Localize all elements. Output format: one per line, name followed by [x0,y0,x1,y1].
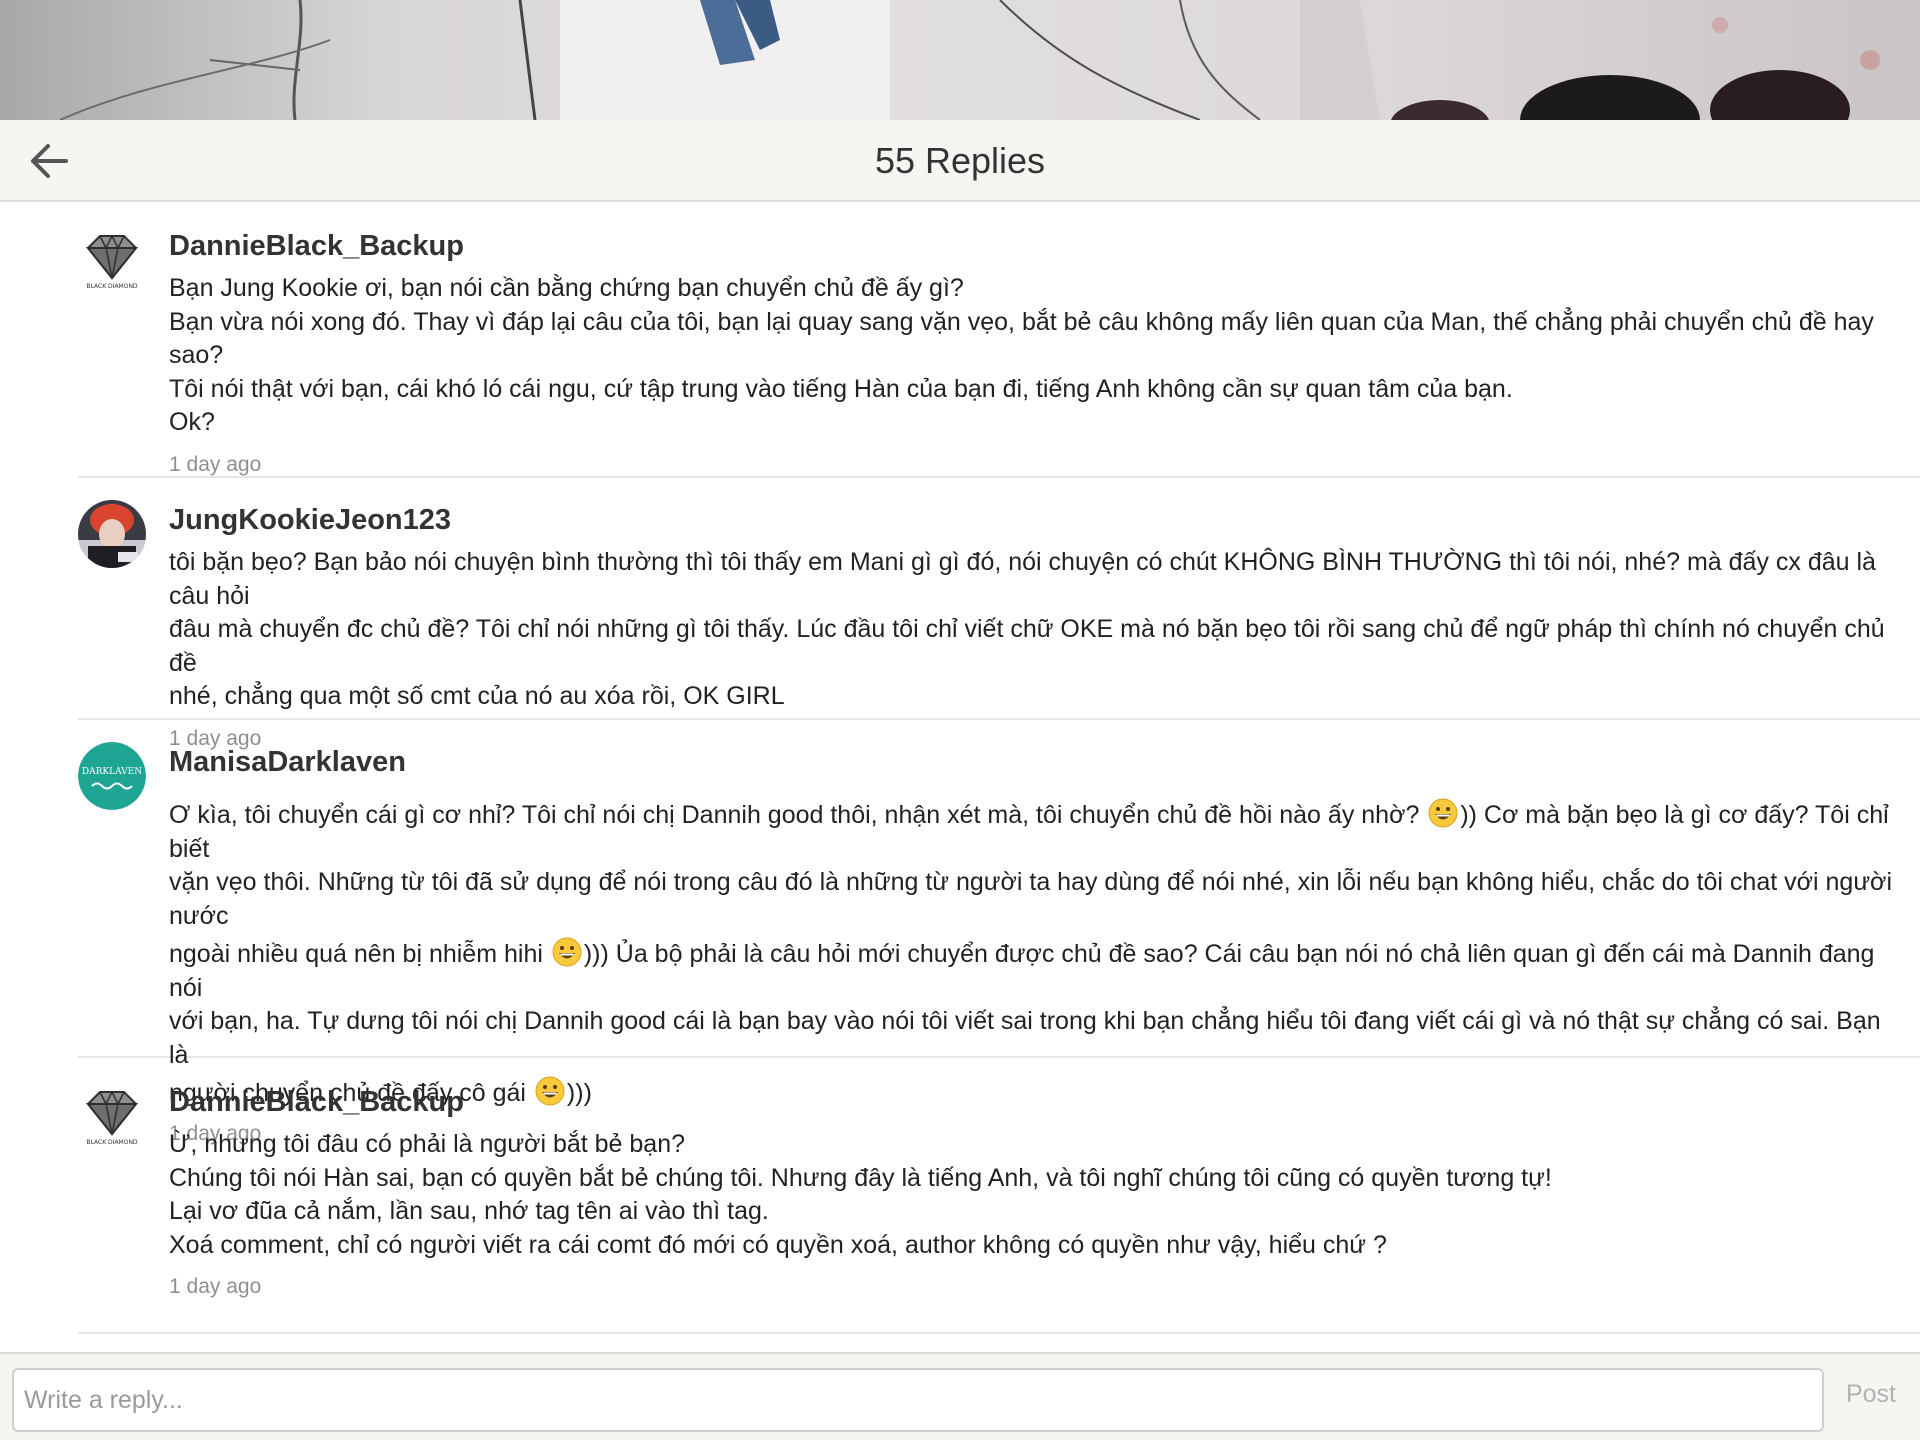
comment-line: ngoài nhiều quá nên bị nhiễm hihi ))) Ủa… [169,937,1900,1005]
comment-line: đâu mà chuyển đc chủ đề? Tôi chỉ nói nhữ… [169,615,1885,677]
comment-timestamp: 1 day ago [169,452,262,476]
reply-composer: Post [0,1352,1920,1440]
comment-username[interactable]: DannieBlack_Backup [169,1058,1900,1122]
svg-text:BLACK DIAMOND: BLACK DIAMOND [86,283,138,290]
comment-line: nhé, chẳng qua một số cmt của nó au xóa … [169,682,785,710]
avatar[interactable] [78,500,146,568]
avatar[interactable]: DARKLAVEN [78,742,146,810]
avatar[interactable]: BLACK DIAMOND [78,1082,146,1150]
photo-avatar-icon [78,500,146,568]
comment-username[interactable]: DannieBlack_Backup [169,202,1900,266]
reply-input[interactable] [12,1368,1824,1432]
grinning-emoji-icon [1428,798,1458,828]
comment-username[interactable]: JungKookieJeon123 [169,478,1900,540]
comment-item: BLACK DIAMOND DannieBlack_Backup Bạn Jun… [78,202,1920,478]
diamond-avatar-icon: BLACK DIAMOND [78,226,146,294]
comment-line: Xoá comment, chỉ có người viết ra cái co… [169,1230,1387,1259]
replies-list[interactable]: BLACK DIAMOND DannieBlack_Backup Bạn Jun… [0,202,1920,1352]
comment-line: Tôi nói thật với bạn, cái khó ló cái ngu… [169,374,1513,403]
comment-item: BLACK DIAMOND DannieBlack_Backup Ừ, nhưn… [78,1058,1920,1334]
comment-text: Bạn Jung Kookie ơi, bạn nói cần bằng chứ… [169,272,1900,440]
page-title: 55 Replies [874,140,1046,181]
comment-line: Ừ, nhưng tôi đâu có phải là người bắt bẻ… [169,1130,686,1158]
comment-line: Chúng tôi nói Hàn sai, bạn có quyền bắt … [169,1163,1552,1192]
comment-item: DARKLAVEN ManisaDarklaven Ơ kìa, tôi chu… [78,720,1920,1145]
darklaven-avatar-icon: DARKLAVEN [78,742,146,810]
comment-item: JungKookieJeon123 tôi bặn bẹo? Bạn bảo n… [78,478,1920,750]
comment-line: Ơ kìa, tôi chuyển cái gì cơ nhỉ? Tôi chỉ… [169,798,1900,866]
comment-line: vặn vẹo thôi. Những từ tôi đã sử dụng để… [169,868,1892,930]
post-button[interactable]: Post [1846,1380,1896,1409]
svg-text:BLACK DIAMOND: BLACK DIAMOND [86,1139,138,1146]
comment-line: Bạn Jung Kookie ơi, bạn nói cần bằng chứ… [169,274,964,302]
comment-item [78,1334,1920,1352]
avatar[interactable]: BLACK DIAMOND [78,226,146,294]
comment-line: Lại vơ đũa cả nắm, lần sau, nhớ tag tên … [169,1197,769,1225]
comment-line: Bạn vừa nói xong đó. Thay vì đáp lại câu… [169,307,1874,370]
comment-username[interactable]: ManisaDarklaven [169,720,1900,782]
comment-text: Ừ, nhưng tôi đâu có phải là người bắt bẻ… [169,1128,1900,1262]
comment-line: tôi bặn bẹo? Bạn bảo nói chuyện bình thư… [169,548,1876,610]
svg-text:DARKLAVEN: DARKLAVEN [82,767,142,777]
comment-line: Ok? [169,408,215,436]
comment-timestamp: 1 day ago [169,1275,262,1298]
grinning-emoji-icon [552,937,582,967]
replies-header: 55 Replies [0,120,1920,202]
comment-text: tôi bặn bẹo? Bạn bảo nói chuyện bình thư… [169,546,1900,714]
diamond-avatar-icon: BLACK DIAMOND [78,1082,146,1150]
cover-image [0,0,1920,120]
